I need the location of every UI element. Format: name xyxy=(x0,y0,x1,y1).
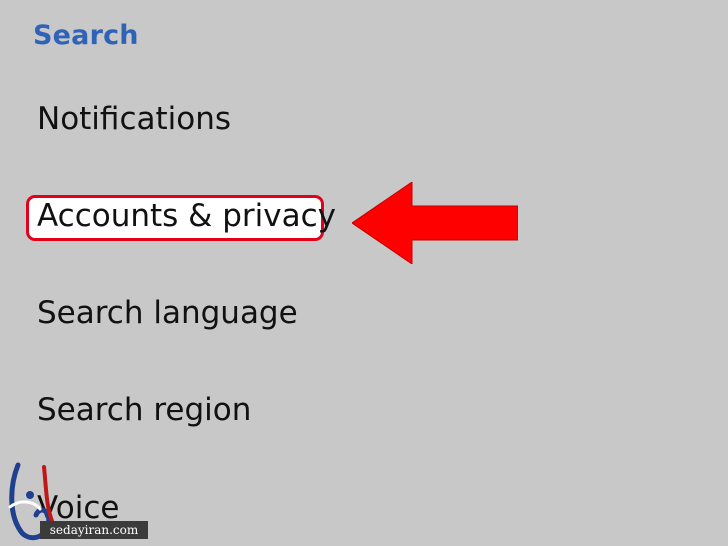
settings-item-accounts-privacy[interactable]: Accounts & privacy xyxy=(37,201,336,232)
watermark-text: sedayiran.com xyxy=(40,521,148,539)
settings-item-notifications[interactable]: Notifications xyxy=(37,104,231,135)
red-arrow-annotation xyxy=(352,182,518,264)
settings-item-search-language[interactable]: Search language xyxy=(37,298,298,329)
section-header-search: Search xyxy=(33,20,139,51)
settings-item-search-region[interactable]: Search region xyxy=(37,395,251,426)
